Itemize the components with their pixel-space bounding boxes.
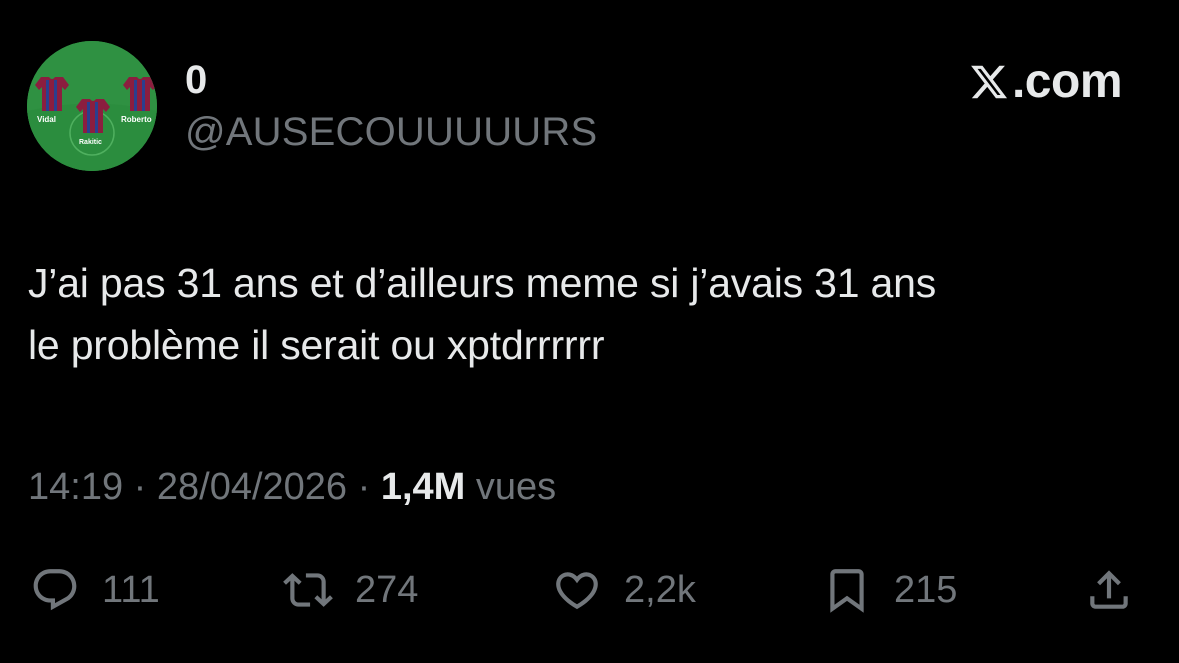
author-display-name[interactable]: 0 <box>185 58 207 102</box>
tweet-date[interactable]: 28/04/2026 <box>157 466 347 508</box>
reply-button[interactable]: 111 <box>30 558 160 622</box>
avatar-player-roberto: Roberto <box>121 115 152 124</box>
tweet-time[interactable]: 14:19 <box>28 466 123 508</box>
reply-count: 111 <box>102 569 160 611</box>
tweet-text: J’ai pas 31 ans et d’ailleurs meme si j’… <box>28 252 1158 376</box>
x-logo-icon <box>971 65 1008 99</box>
views-count: 1,4M <box>380 466 466 508</box>
bookmark-count: 215 <box>894 569 958 611</box>
bookmark-button[interactable]: 215 <box>822 558 957 622</box>
views-label: vues <box>465 466 557 508</box>
retweet-icon <box>283 573 333 607</box>
tweet-card: Vidal Roberto Rakitic 0 @AUSECOUUUUURS .… <box>0 0 1179 663</box>
reply-icon <box>33 569 77 611</box>
retweet-button[interactable]: 274 <box>283 558 418 622</box>
tweet-text-line: J’ai pas 31 ans et d’ailleurs meme si j’… <box>28 260 936 306</box>
heart-icon <box>556 572 598 610</box>
football-lineup-avatar-icon: Vidal Roberto Rakitic <box>27 41 157 171</box>
tweet-text-line: le problème il serait ou xptdrrrrrr <box>28 322 605 368</box>
meta-separator: · <box>347 466 381 508</box>
meta-separator: · <box>123 466 157 508</box>
share-icon <box>1090 570 1128 609</box>
bookmark-icon <box>830 569 864 613</box>
x-com-watermark: .com <box>969 55 1123 108</box>
author-handle[interactable]: @AUSECOUUUUURS <box>185 110 597 154</box>
like-count: 2,2k <box>624 569 696 611</box>
tweet-meta: 14:19 · 28/04/2026 · 1,4M vues <box>28 462 556 512</box>
avatar-player-vidal: Vidal <box>37 115 56 124</box>
brand-text: .com <box>1011 55 1123 108</box>
avatar[interactable]: Vidal Roberto Rakitic <box>27 41 157 171</box>
avatar-player-rakitic: Rakitic <box>79 139 102 146</box>
retweet-count: 274 <box>355 569 419 611</box>
share-button[interactable] <box>1084 558 1134 622</box>
like-button[interactable]: 2,2k <box>552 558 696 622</box>
tweet-actions: 111 274 2,2k 215 <box>0 558 1179 622</box>
